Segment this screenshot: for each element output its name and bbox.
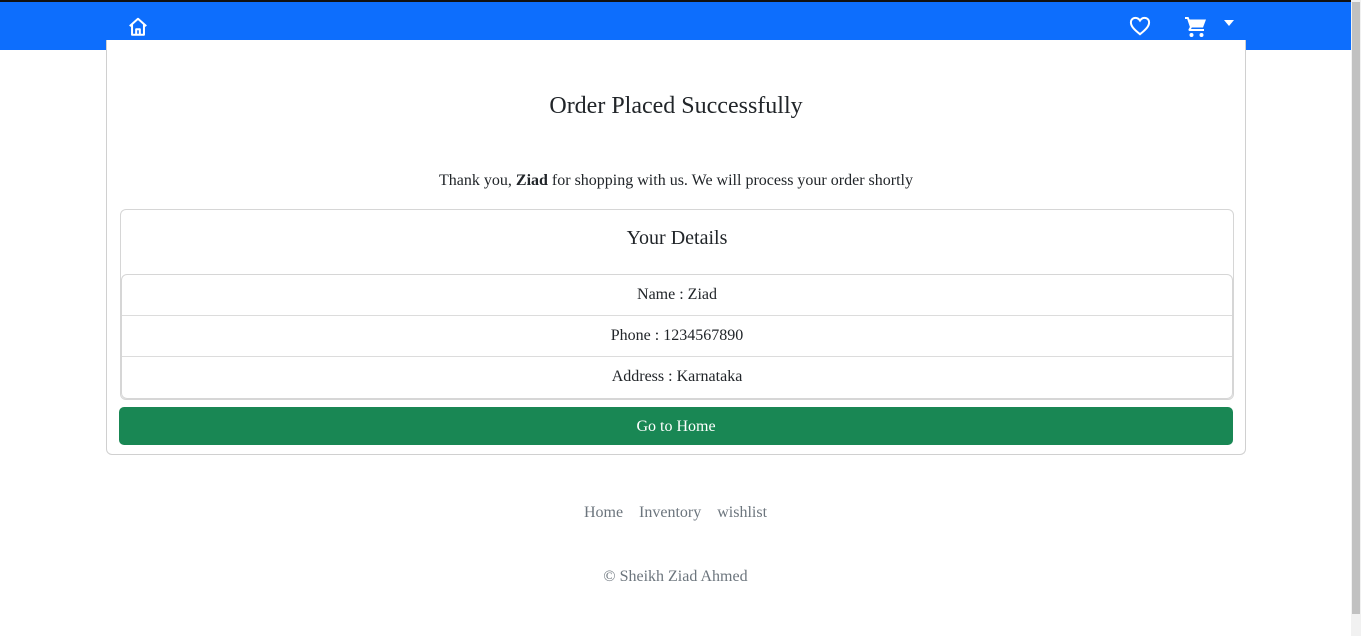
thank-you-message: Thank you, Ziad for shopping with us. We…: [107, 171, 1245, 191]
footer-link-wishlist[interactable]: wishlist: [717, 504, 767, 521]
detail-name: Name : Ziad: [122, 275, 1232, 316]
detail-phone: Phone : 1234567890: [122, 316, 1232, 357]
page-title: Order Placed Successfully: [549, 93, 803, 119]
go-to-home-button[interactable]: Go to Home: [119, 407, 1233, 445]
footer-nav: Home Inventory wishlist: [0, 504, 1351, 522]
scrollbar[interactable]: [1351, 0, 1361, 636]
thanks-prefix: Thank you,: [439, 172, 516, 189]
cart-icon[interactable]: [1183, 14, 1209, 40]
scrollbar-thumb[interactable]: [1352, 2, 1360, 614]
thanks-suffix: for shopping with us. We will process yo…: [547, 172, 913, 189]
details-list: Name : Ziad Phone : 1234567890 Address :…: [121, 274, 1233, 399]
heart-icon[interactable]: [1128, 14, 1152, 38]
customer-name: Ziad: [515, 172, 548, 189]
details-card: Your Details Name : Ziad Phone : 1234567…: [120, 209, 1234, 400]
home-icon[interactable]: [126, 15, 150, 39]
footer-link-inventory[interactable]: Inventory: [639, 504, 701, 521]
detail-address: Address : Karnataka: [611, 368, 743, 385]
copyright: © Sheikh Ziad Ahmed: [603, 568, 748, 585]
details-title: Your Details: [626, 227, 728, 249]
footer-link-home[interactable]: Home: [584, 504, 623, 521]
caret-down-icon[interactable]: [1222, 18, 1236, 28]
order-confirmation-card: Order Placed Successfully Thank you, Zia…: [106, 40, 1246, 455]
